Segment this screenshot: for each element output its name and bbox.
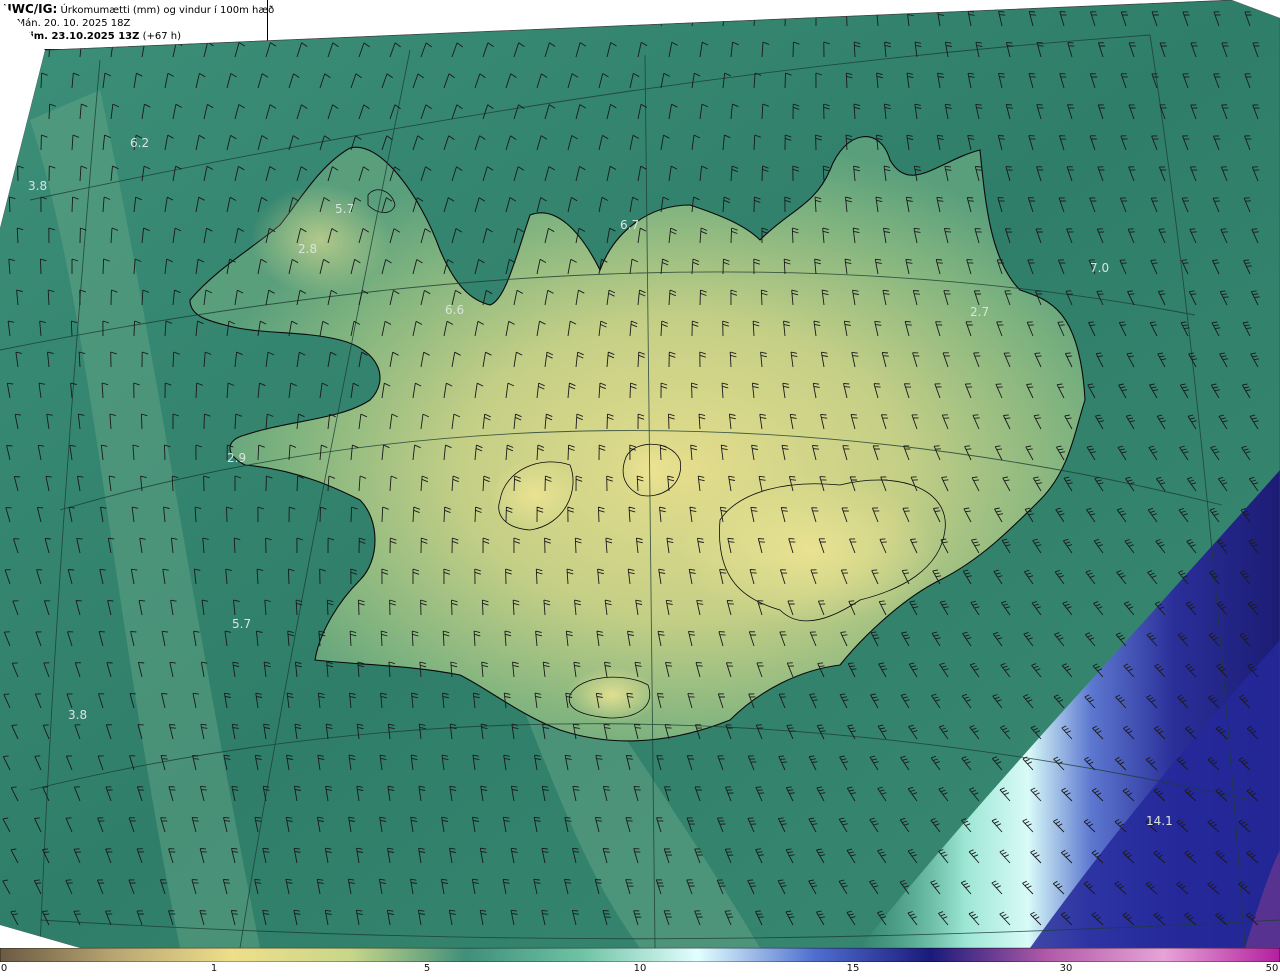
- myrdalsjokull-area: [567, 667, 657, 723]
- value-label: 2.8: [298, 242, 317, 256]
- wind-barb: [288, 11, 300, 27]
- value-label: 2.7: [970, 305, 989, 319]
- value-label: 5.7: [335, 202, 354, 216]
- colorbar-tick: 0: [0, 963, 8, 974]
- westfjords-area: [250, 185, 390, 295]
- wind-barb: [505, 11, 517, 27]
- value-label: 6.7: [620, 218, 639, 232]
- weather-map[interactable]: 6.2 3.8 5.7 2.8 6.6 6.7 7.0 2.7 2.9 5.7 …: [0, 0, 1280, 948]
- wind-barb: [567, 11, 579, 27]
- value-label: 3.8: [68, 708, 87, 722]
- value-label: 14.1: [1146, 814, 1173, 828]
- colorbar-tick: 5: [423, 963, 431, 974]
- precip-colorbar: [0, 948, 1280, 962]
- wind-barb: [443, 11, 455, 27]
- wind-barb: [71, 10, 80, 27]
- wind-barb: [474, 11, 486, 27]
- wind-barb: [257, 11, 269, 27]
- wind-barb: [598, 11, 609, 27]
- colorbar-tick: 10: [633, 963, 647, 974]
- wind-barb: [164, 10, 175, 27]
- wind-barb: [319, 11, 331, 27]
- colorbar-tick: 30: [1059, 963, 1073, 974]
- wind-barb: [102, 10, 112, 27]
- wind-barb: [133, 10, 143, 27]
- colorbar-tick: 1: [210, 963, 218, 974]
- wind-barb: [381, 11, 393, 27]
- colorbar-tick: 50: [1265, 963, 1279, 974]
- vatnajokull-area: [680, 475, 940, 625]
- value-label: 2.9: [227, 451, 246, 465]
- wind-barb: [195, 11, 206, 27]
- wind-barb: [226, 11, 238, 27]
- value-label: 6.6: [445, 303, 464, 317]
- value-label: 6.2: [130, 136, 149, 150]
- value-label: 7.0: [1090, 261, 1109, 275]
- colorbar-tick: 15: [846, 963, 860, 974]
- value-label: 5.7: [232, 617, 251, 631]
- value-label: 3.8: [28, 179, 47, 193]
- wind-barb: [40, 10, 48, 27]
- colorbar-ticks: 0 1 5 10 15 30 50: [0, 962, 1280, 978]
- wind-barb: [412, 11, 424, 27]
- wind-barb: [350, 11, 362, 27]
- wind-barb: [536, 11, 548, 27]
- wind-barb: [629, 11, 640, 27]
